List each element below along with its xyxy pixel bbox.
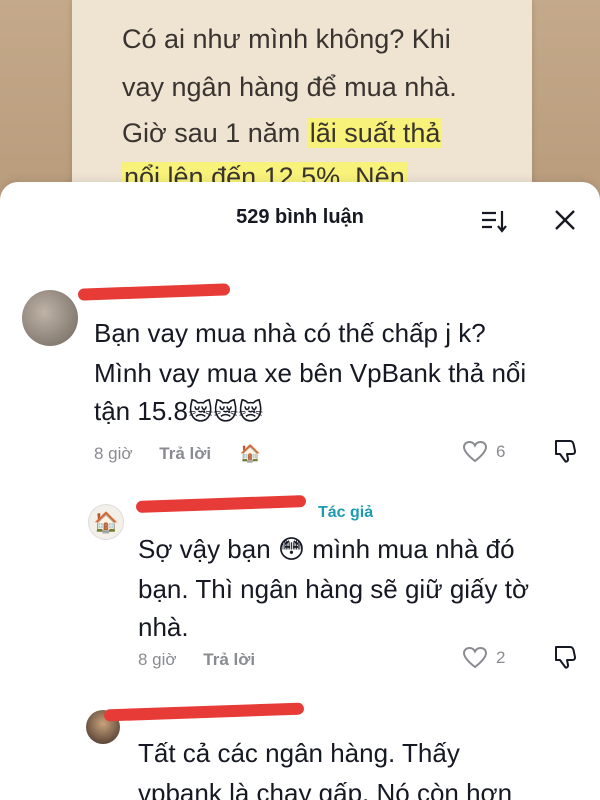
note-line-3: Giờ sau 1 năm lãi suất thả <box>122 118 443 148</box>
reply-item: Tất cả các ngân hàng. Thấy vpbank là chạ… <box>0 182 600 800</box>
username-redaction <box>103 702 305 722</box>
video-background: Có ai như mình không? Khi vay ngân hàng … <box>0 0 600 200</box>
reply-text-line: Tất cả các ngân hàng. Thấy <box>138 738 460 768</box>
highlighted-text: lãi suất thả <box>307 118 443 148</box>
note-line-2: vay ngân hàng để mua nhà. <box>122 72 457 102</box>
reply-text-line: vpbank là chạy gấp. Nó còn hơn <box>138 778 513 800</box>
note-line-1: Có ai như mình không? Khi <box>122 24 451 54</box>
comments-sheet: 529 bình luận Bạn vay mua nhà có thế chấ… <box>0 182 600 800</box>
note-paper: Có ai như mình không? Khi vay ngân hàng … <box>72 0 532 200</box>
